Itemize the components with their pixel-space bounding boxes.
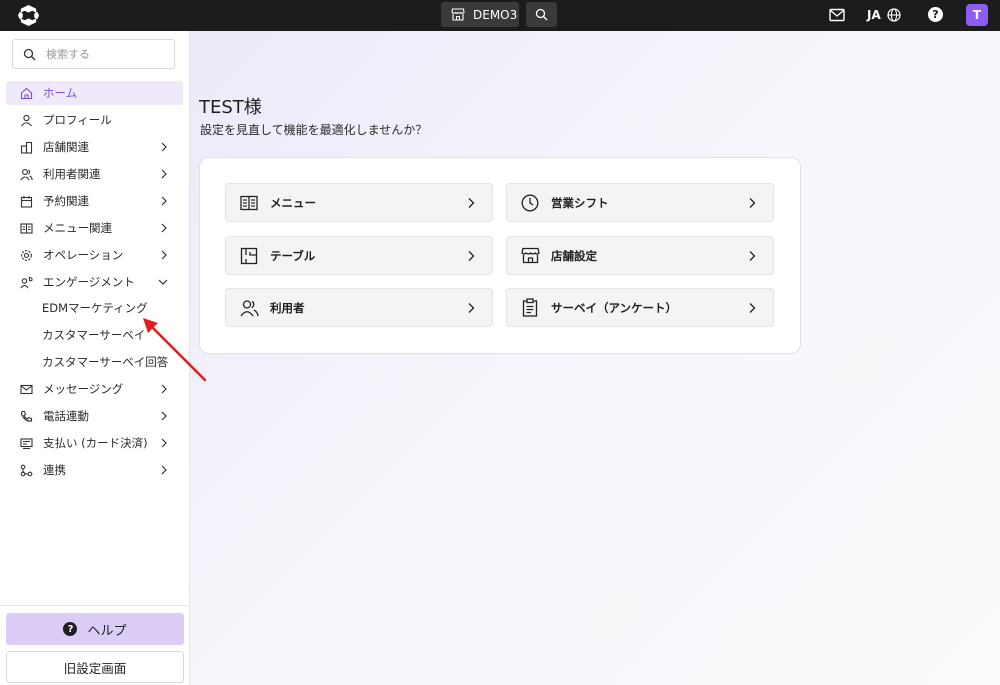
tile-label: サーベイ（アンケート） <box>551 300 678 315</box>
quick-settings-card: メニュー 営業シフト テーブル 店舗設定 利用者 サーベイ（アンケート） <box>199 157 801 354</box>
help-icon: ? <box>63 622 78 636</box>
sidebar-item-phone[interactable]: 電話連動 <box>6 404 183 428</box>
building-icon <box>19 140 33 154</box>
clipboard-icon <box>520 298 540 318</box>
globe-icon <box>887 8 901 22</box>
chevron-right-icon <box>161 465 167 475</box>
chevron-right-icon <box>161 142 167 152</box>
avatar[interactable]: T <box>966 4 988 26</box>
table-icon <box>239 246 259 266</box>
store-icon <box>520 246 540 266</box>
global-search-button[interactable] <box>526 2 557 27</box>
tile-menu[interactable]: メニュー <box>225 183 493 222</box>
sidebar-item-operations[interactable]: オペレーション <box>6 243 183 267</box>
sidebar-item-menu[interactable]: メニュー関連 <box>6 216 183 240</box>
sidebar-item-label: メッセージング <box>43 382 124 396</box>
clock-icon <box>520 193 540 213</box>
tile-label: メニュー <box>270 195 316 210</box>
sidebar-divider <box>0 605 189 606</box>
sidebar-item-label: エンゲージメント <box>43 275 135 289</box>
page-subtitle: 設定を見直して機能を最適化しませんか？ <box>200 123 428 137</box>
users-icon <box>19 167 33 181</box>
sidebar-item-profile[interactable]: プロフィール <box>6 108 183 132</box>
sidebar-item-engagement[interactable]: エンゲージメント <box>6 270 183 294</box>
chevron-right-icon <box>468 198 475 208</box>
tile-label: テーブル <box>270 248 316 263</box>
page-title: TEST様 <box>199 97 262 118</box>
chevron-right-icon <box>749 251 756 261</box>
tile-survey[interactable]: サーベイ（アンケート） <box>506 288 774 327</box>
sidebar-item-users[interactable]: 利用者関連 <box>6 162 183 186</box>
chevron-right-icon <box>161 411 167 421</box>
chevron-right-icon <box>161 438 167 448</box>
main-content: TEST様 設定を見直して機能を最適化しませんか？ メニュー 営業シフト テーブ… <box>190 31 1000 685</box>
mail-icon[interactable] <box>829 8 845 22</box>
sidebar-item-label: 利用者関連 <box>43 167 101 181</box>
help-button[interactable]: ? ヘルプ <box>6 613 184 645</box>
sidebar-item-home[interactable]: ホーム <box>6 81 183 105</box>
chevron-right-icon <box>468 251 475 261</box>
sidebar-item-label: ホーム <box>43 86 78 100</box>
app-logo[interactable] <box>17 4 40 27</box>
sidebar-item-label: プロフィール <box>43 113 112 127</box>
chevron-right-icon <box>161 196 167 206</box>
menu-book-icon <box>239 193 259 213</box>
language-code: JA <box>867 8 881 22</box>
menu-book-icon <box>19 221 33 235</box>
link-icon <box>19 463 33 477</box>
store-icon <box>451 8 465 21</box>
tile-label: 店舗設定 <box>551 248 597 263</box>
sidebar-item-reservations[interactable]: 予約関連 <box>6 189 183 213</box>
chevron-right-icon <box>161 223 167 233</box>
phone-icon <box>19 409 33 423</box>
help-icon[interactable]: ? <box>928 7 943 22</box>
home-icon <box>19 86 33 100</box>
gear-icon <box>19 248 33 262</box>
old-settings-button[interactable]: 旧設定画面 <box>6 651 184 683</box>
user-icon <box>19 113 33 127</box>
chevron-right-icon <box>749 303 756 313</box>
chevron-right-icon <box>161 250 167 260</box>
sidebar-item-payment[interactable]: 支払い (カード決済) <box>6 431 183 455</box>
search-icon <box>23 48 36 60</box>
tile-tables[interactable]: テーブル <box>225 236 493 275</box>
engagement-icon <box>19 275 33 289</box>
users-icon <box>239 298 259 318</box>
chevron-right-icon <box>468 303 475 313</box>
search-icon <box>535 8 548 21</box>
payment-icon <box>19 436 33 450</box>
store-selector-button[interactable]: DEMO3 <box>441 2 519 27</box>
sidebar-item-stores[interactable]: 店舗関連 <box>6 135 183 159</box>
store-name: DEMO3 <box>473 7 518 22</box>
sidebar-item-label: メニュー関連 <box>43 221 112 235</box>
sidebar-item-integrations[interactable]: 連携 <box>6 458 183 482</box>
sidebar-item-label: 支払い (カード決済) <box>43 436 148 450</box>
top-bar: DEMO3 JA ? T <box>0 0 1000 31</box>
mail-icon <box>19 382 33 396</box>
sidebar-search[interactable] <box>12 39 175 69</box>
sidebar-subitem-edm-marketing[interactable]: EDMマーケティング <box>42 298 148 318</box>
chevron-right-icon <box>161 169 167 179</box>
help-button-label: ヘルプ <box>87 623 127 639</box>
sidebar-item-label: 連携 <box>43 463 66 477</box>
chevron-right-icon <box>749 198 756 208</box>
sidebar-item-label: 予約関連 <box>43 194 89 208</box>
calendar-icon <box>19 194 33 208</box>
tile-label: 営業シフト <box>551 195 609 210</box>
tile-users[interactable]: 利用者 <box>225 288 493 327</box>
sidebar-item-label: 店舗関連 <box>43 140 89 154</box>
language-selector[interactable]: JA <box>867 6 901 24</box>
tile-label: 利用者 <box>270 300 305 315</box>
sidebar-search-input[interactable] <box>46 47 156 61</box>
tile-store-settings[interactable]: 店舗設定 <box>506 236 774 275</box>
chevron-down-icon <box>158 279 168 285</box>
annotation-arrow <box>143 318 207 382</box>
tile-business-shifts[interactable]: 営業シフト <box>506 183 774 222</box>
sidebar-item-label: 電話連動 <box>43 409 89 423</box>
sidebar-subitem-customer-survey[interactable]: カスタマーサーベイ <box>42 325 145 345</box>
sidebar-item-label: オペレーション <box>43 248 124 262</box>
